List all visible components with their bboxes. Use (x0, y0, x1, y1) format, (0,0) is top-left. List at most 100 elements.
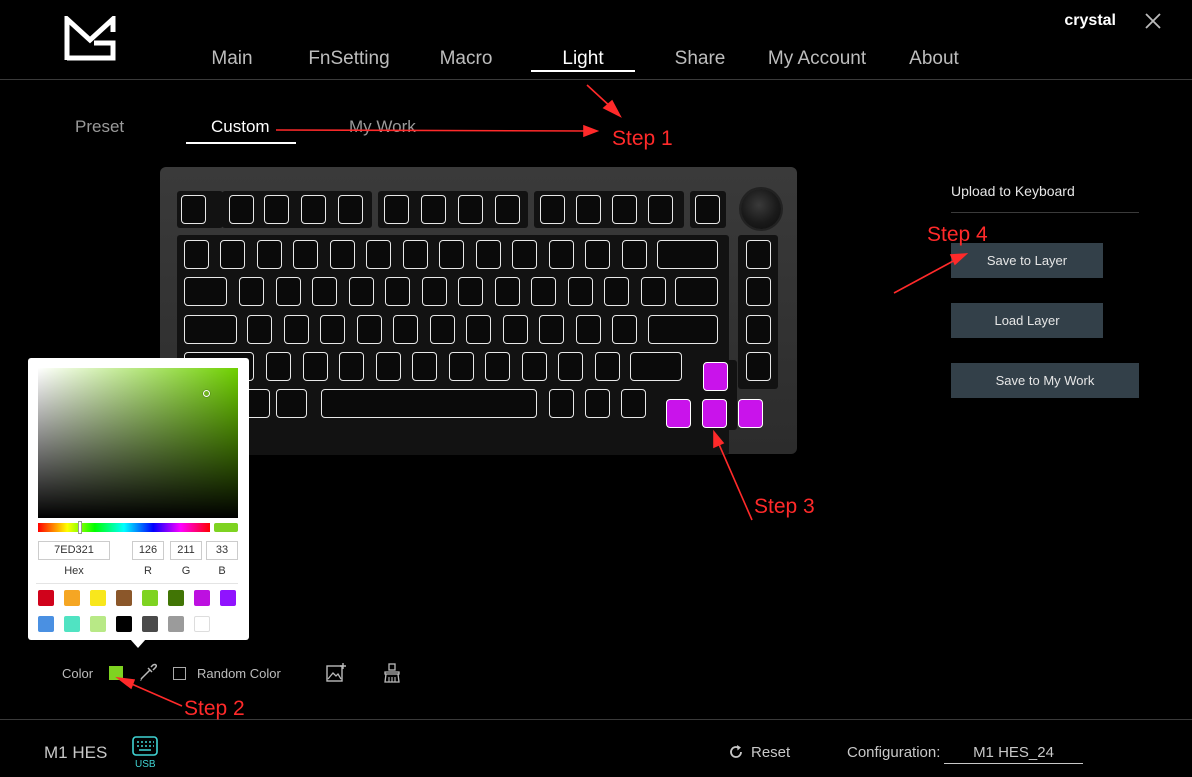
tab-macro[interactable]: Macro (436, 48, 496, 70)
color-swatch[interactable] (168, 590, 184, 606)
keyboard-key[interactable] (657, 240, 718, 269)
hue-handle[interactable] (78, 521, 82, 534)
keyboard-key[interactable] (575, 315, 601, 344)
keyboard-key[interactable] (283, 315, 309, 344)
key-arrow-left[interactable] (666, 399, 691, 428)
keyboard-key[interactable] (746, 240, 771, 269)
red-input[interactable]: 126 (132, 541, 164, 560)
keyboard-key[interactable] (604, 277, 629, 306)
load-layer-button[interactable]: Load Layer (951, 303, 1103, 338)
color-swatch[interactable] (194, 616, 210, 632)
keyboard-key[interactable] (695, 195, 720, 224)
keyboard-key[interactable] (239, 277, 264, 306)
color-swatch[interactable] (116, 590, 132, 606)
keyboard-key[interactable] (746, 277, 771, 306)
tab-about[interactable]: About (904, 48, 964, 70)
color-swatch[interactable] (90, 590, 106, 606)
keyboard-key[interactable] (339, 352, 364, 381)
keyboard-key[interactable] (612, 195, 637, 224)
random-color-checkbox[interactable] (173, 667, 186, 680)
keyboard-key[interactable] (746, 352, 771, 381)
configuration-value[interactable]: M1 HES_24 (944, 744, 1083, 764)
color-swatch[interactable] (168, 616, 184, 632)
keyboard-key[interactable] (494, 277, 520, 306)
subtab-preset[interactable]: Preset (75, 117, 124, 137)
keyboard-key[interactable] (621, 389, 646, 418)
green-input[interactable]: 211 (170, 541, 202, 560)
keyboard-key[interactable] (475, 240, 501, 269)
hex-input[interactable]: 7ED321 (38, 541, 110, 560)
color-swatch[interactable] (90, 616, 106, 632)
image-icon[interactable] (325, 662, 347, 684)
keyboard-key[interactable] (448, 352, 474, 381)
keyboard-key[interactable] (384, 195, 409, 224)
keyboard-key[interactable] (338, 195, 363, 224)
keyboard-key[interactable] (576, 195, 601, 224)
keyboard-key[interactable] (539, 315, 564, 344)
keyboard-key[interactable] (502, 315, 528, 344)
subtab-my-work[interactable]: My Work (349, 117, 416, 137)
color-swatch[interactable] (142, 616, 158, 632)
keyboard-key[interactable] (320, 315, 345, 344)
color-swatch[interactable] (38, 616, 54, 632)
keyboard-key[interactable] (612, 315, 637, 344)
keyboard-key[interactable] (184, 277, 227, 306)
keyboard-key[interactable] (301, 195, 326, 224)
keyboard-key[interactable] (229, 195, 254, 224)
keyboard-key[interactable] (302, 352, 328, 381)
reset-button[interactable]: Reset (751, 744, 790, 761)
keyboard-key[interactable] (567, 277, 593, 306)
keyboard-key[interactable] (412, 352, 437, 381)
keyboard-key[interactable] (640, 277, 666, 306)
color-swatch[interactable] (142, 590, 158, 606)
keyboard-key[interactable] (648, 315, 718, 344)
keyboard-key[interactable] (495, 195, 520, 224)
keyboard-key[interactable] (746, 315, 771, 344)
keyboard-key[interactable] (247, 315, 272, 344)
color-swatch[interactable] (220, 590, 236, 606)
keyboard-key[interactable] (321, 389, 537, 418)
save-to-layer-button[interactable]: Save to Layer (951, 243, 1103, 278)
color-swatch[interactable] (116, 616, 132, 632)
tab-share[interactable]: Share (672, 48, 728, 70)
keyboard-key[interactable] (512, 240, 537, 269)
key-arrow-down[interactable] (702, 399, 727, 428)
keyboard-key[interactable] (594, 352, 620, 381)
keyboard-key[interactable] (421, 277, 447, 306)
keyboard-key[interactable] (256, 240, 282, 269)
keyboard-knob[interactable] (741, 189, 781, 229)
keyboard-key[interactable] (266, 352, 291, 381)
keyboard-key[interactable] (356, 315, 382, 344)
keyboard-key[interactable] (648, 195, 673, 224)
keyboard-usb-icon[interactable] (131, 735, 159, 757)
keyboard-key[interactable] (329, 240, 355, 269)
keyboard-key[interactable] (220, 240, 245, 269)
keyboard-key[interactable] (312, 277, 337, 306)
keyboard-key[interactable] (393, 315, 418, 344)
keyboard-key[interactable] (630, 352, 682, 381)
reset-icon[interactable] (728, 744, 744, 760)
key-arrow-right[interactable] (738, 399, 763, 428)
keyboard-key[interactable] (385, 277, 410, 306)
hue-slider[interactable] (38, 523, 210, 532)
keyboard-key[interactable] (439, 240, 464, 269)
keyboard-key[interactable] (421, 195, 446, 224)
keyboard-key[interactable] (366, 240, 391, 269)
keyboard-key[interactable] (458, 195, 483, 224)
saturation-handle[interactable] (203, 390, 210, 397)
keyboard-key[interactable] (548, 240, 574, 269)
keyboard-key[interactable] (585, 389, 610, 418)
keyboard-key[interactable] (675, 277, 718, 306)
keyboard-key[interactable] (375, 352, 401, 381)
keyboard-key[interactable] (293, 240, 318, 269)
keyboard-key[interactable] (276, 389, 307, 418)
keyboard-key[interactable] (531, 277, 556, 306)
keyboard-key[interactable] (466, 315, 491, 344)
color-swatch[interactable] (194, 590, 210, 606)
color-swatch[interactable] (38, 590, 54, 606)
user-name[interactable]: crystal (1040, 12, 1116, 30)
keyboard-key[interactable] (264, 195, 289, 224)
close-icon[interactable] (1142, 10, 1164, 32)
save-to-my-work-button[interactable]: Save to My Work (951, 363, 1139, 398)
keyboard-key[interactable] (540, 195, 565, 224)
